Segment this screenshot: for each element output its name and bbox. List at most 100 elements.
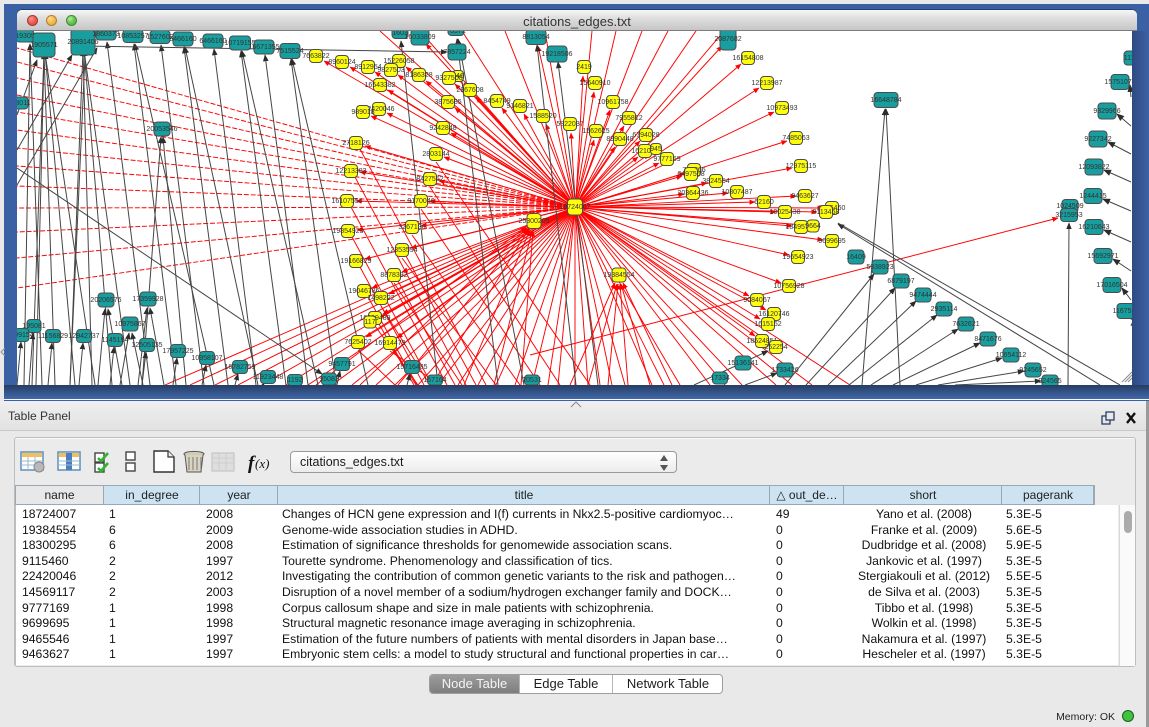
svg-text:2935114: 2935114	[931, 306, 958, 313]
svg-text:10025438: 10025438	[769, 209, 800, 216]
svg-text:9113468: 9113468	[813, 209, 840, 216]
svg-text:9170046: 9170046	[407, 198, 434, 205]
svg-text:15716485: 15716485	[396, 364, 427, 371]
svg-text:924565: 924565	[1038, 378, 1061, 385]
svg-text:6466160: 6466160	[199, 38, 226, 45]
svg-text:2718126: 2718126	[342, 140, 369, 147]
svg-text:8186328: 8186328	[405, 72, 432, 79]
svg-text:16782759: 16782759	[224, 364, 255, 371]
svg-text:15751074: 15751074	[1104, 79, 1132, 86]
svg-text:1498222: 1498222	[367, 295, 394, 302]
svg-text:17334: 17334	[710, 375, 730, 382]
svg-text:6879197: 6879197	[887, 278, 914, 285]
svg-text:(x): (x)	[255, 456, 269, 471]
svg-text:20364436: 20364436	[677, 190, 708, 197]
svg-text:9329966: 9329966	[1093, 108, 1120, 115]
svg-text:7485063: 7485063	[782, 135, 809, 142]
svg-text:11923448: 11923448	[253, 374, 284, 381]
svg-text:13011: 13011	[17, 100, 31, 107]
svg-text:12213987: 12213987	[751, 80, 782, 87]
svg-text:12505135: 12505135	[131, 342, 162, 349]
svg-text:11156829: 11156829	[38, 333, 68, 340]
svg-text:8471676: 8471676	[974, 336, 1001, 343]
svg-text:8990448: 8990448	[606, 136, 633, 143]
svg-text:1905571: 1905571	[30, 42, 57, 49]
svg-text:10853257: 10853257	[117, 33, 148, 40]
svg-text:9245652: 9245652	[1019, 367, 1046, 374]
svg-text:7955812: 7955812	[615, 115, 642, 122]
svg-text:8454749: 8454749	[483, 98, 510, 105]
svg-text:6497568: 6497568	[677, 171, 704, 178]
svg-text:17957225: 17957225	[162, 348, 193, 355]
svg-text:9463627: 9463627	[791, 193, 818, 200]
svg-text:5938923: 5938923	[866, 264, 893, 271]
svg-text:16210643: 16210643	[1078, 224, 1109, 231]
svg-text:16107554: 16107554	[331, 198, 362, 205]
svg-text:10807487: 10807487	[721, 189, 752, 196]
svg-text:95083: 95083	[319, 376, 339, 383]
svg-text:1167533: 1167533	[1113, 308, 1132, 315]
svg-text:9699695: 9699695	[818, 238, 845, 245]
svg-text:16648784: 16648784	[870, 97, 901, 104]
svg-text:10961758: 10961758	[597, 99, 628, 106]
svg-text:3875685: 3875685	[434, 99, 461, 106]
svg-text:19854923: 19854923	[332, 228, 363, 235]
svg-text:2803144: 2803144	[422, 151, 449, 158]
svg-text:16120746: 16120746	[758, 311, 789, 318]
svg-text:6794028: 6794028	[632, 132, 659, 139]
svg-text:18724007: 18724007	[559, 204, 590, 211]
svg-text:8878332: 8878332	[380, 272, 407, 279]
svg-text:16033809: 16033809	[404, 34, 435, 41]
svg-text:78572: 78572	[446, 31, 466, 35]
svg-text:16154808: 16154808	[732, 55, 763, 62]
svg-text:9457791: 9457791	[328, 361, 355, 368]
svg-text:12093822: 12093822	[1078, 164, 1109, 171]
svg-text:20891406: 20891406	[67, 39, 98, 46]
svg-text:10973493: 10973493	[766, 105, 797, 112]
svg-text:16914479: 16914479	[374, 340, 405, 347]
svg-text:12213383: 12213383	[335, 168, 366, 175]
svg-text:19166829: 19166829	[340, 258, 371, 265]
svg-text:10654112: 10654112	[996, 352, 1027, 359]
svg-text:1588520: 1588520	[529, 113, 556, 120]
svg-text:6466160: 6466160	[169, 36, 196, 43]
svg-text:9474444: 9474444	[909, 292, 936, 299]
svg-text:15136141: 15136141	[727, 360, 758, 367]
svg-text:157164: 157164	[423, 377, 446, 384]
svg-text:9227342: 9227342	[1084, 136, 1111, 143]
svg-text:19384554: 19384554	[603, 272, 634, 279]
svg-text:7632621: 7632621	[952, 321, 979, 328]
svg-text:945: 945	[650, 146, 662, 153]
svg-text:1562615: 1562615	[582, 128, 609, 135]
svg-text:1145194: 1145194	[102, 337, 129, 344]
svg-text:12942737: 12942737	[68, 333, 99, 340]
svg-text:8960124: 8960124	[328, 59, 355, 66]
svg-text:11172: 11172	[1124, 55, 1132, 62]
svg-text:17359928: 17359928	[132, 296, 163, 303]
svg-text:7515524: 7515524	[276, 48, 303, 55]
svg-text:10958107: 10958107	[191, 355, 222, 362]
svg-text:1860373: 1860373	[92, 31, 119, 38]
svg-text:8912954: 8912954	[354, 64, 381, 71]
svg-text:9084067: 9084067	[743, 297, 770, 304]
svg-text:9777169: 9777169	[653, 156, 680, 163]
svg-text:12353594: 12353594	[386, 247, 417, 254]
svg-text:199154: 199154	[17, 332, 34, 339]
svg-text:8427552: 8427552	[416, 176, 443, 183]
svg-text:19305: 19305	[17, 33, 35, 40]
svg-text:8813054: 8813054	[522, 34, 549, 41]
svg-text:20531: 20531	[522, 377, 542, 384]
svg-text:3215953: 3215953	[1055, 212, 1082, 219]
svg-text:3267130: 3267130	[398, 224, 425, 231]
svg-text:15692971: 15692971	[1087, 253, 1118, 260]
svg-text:15640910: 15640910	[579, 80, 610, 87]
svg-text:117: 117	[364, 319, 375, 326]
svg-text:1244415: 1244415	[1079, 193, 1106, 200]
svg-text:10975867: 10975867	[114, 321, 145, 328]
svg-text:16543382: 16543382	[364, 82, 395, 89]
svg-text:20053546: 20053546	[146, 126, 177, 133]
svg-text:10756928: 10756928	[773, 283, 804, 290]
svg-text:5822037: 5822037	[556, 121, 583, 128]
svg-text:25300205: 25300205	[518, 218, 549, 225]
svg-text:9242848: 9242848	[429, 125, 456, 132]
